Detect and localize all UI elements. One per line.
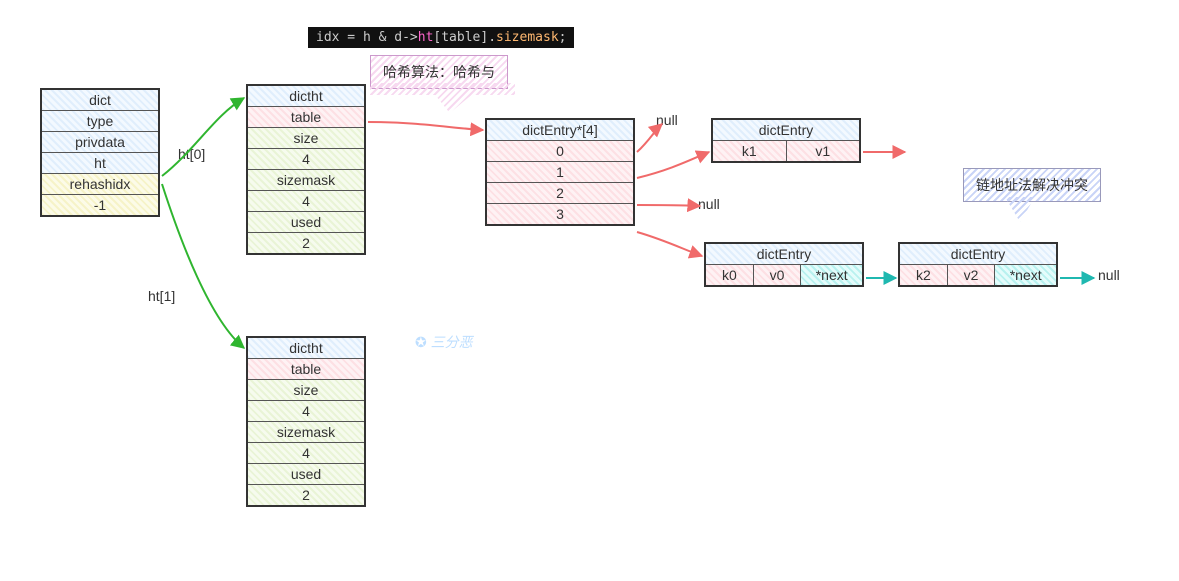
entry0-row: k0 v0 *next [706,265,862,285]
code-text-3: ; [559,30,567,45]
label-null-end: null [1098,267,1120,283]
dictht1-box: dictht table size 4 sizemask 4 used 2 [246,336,366,507]
entry2-title: dictEntry [900,244,1056,265]
code-ht: ht [418,30,434,45]
entry0-k: k0 [706,265,754,285]
dictht1-table: table [248,359,364,380]
dictht1-mask-v: 4 [248,443,364,464]
diagram-canvas: idx = h & d->ht[table].sizemask; 哈希算法：哈希… [0,0,1179,581]
label-null2: null [698,196,720,212]
array-slot-2: 2 [487,183,633,204]
dictht1-size-l: size [248,380,364,401]
array-slot-0: 0 [487,141,633,162]
dictht1-mask-l: sizemask [248,422,364,443]
dict-type: type [42,111,158,132]
label-ht0: ht[0] [178,146,205,162]
dictht1-title: dictht [248,338,364,359]
dictht0-size-v: 4 [248,149,364,170]
callout-hash-text: 哈希算法：哈希与 [383,64,495,80]
entry0-v: v0 [754,265,802,285]
label-ht1: ht[1] [148,288,175,304]
label-null0: null [656,112,678,128]
dict-privdata: privdata [42,132,158,153]
code-banner: idx = h & d->ht[table].sizemask; [308,27,574,48]
entry1-row: k1 v1 [713,141,859,161]
code-text-2: [table]. [433,30,496,45]
entry0-next: *next [801,265,862,285]
callout-chain-text: 链地址法解决冲突 [976,177,1088,193]
entry0-box: dictEntry k0 v0 *next [704,242,864,287]
entry2-row: k2 v2 *next [900,265,1056,285]
code-text-1: idx = h & d-> [316,30,418,45]
entry1-title: dictEntry [713,120,859,141]
dict-rehashidx-val: -1 [42,195,158,215]
dictht0-title: dictht [248,86,364,107]
callout-chain-tail [1005,197,1035,222]
callout-chain: 链地址法解决冲突 [963,168,1101,202]
dictht0-mask-l: sizemask [248,170,364,191]
entry2-box: dictEntry k2 v2 *next [898,242,1058,287]
dictht0-size-l: size [248,128,364,149]
dictht0-mask-v: 4 [248,191,364,212]
dictht0-used-l: used [248,212,364,233]
dictht0-box: dictht table size 4 sizemask 4 used 2 [246,84,366,255]
entry2-k: k2 [900,265,948,285]
dict-ht: ht [42,153,158,174]
dictht0-table: table [248,107,364,128]
dict-box: dict type privdata ht rehashidx -1 [40,88,160,217]
array-title: dictEntry*[4] [487,120,633,141]
code-sizemask: sizemask [496,30,559,45]
watermark: ✪ 三分恶 [415,332,473,352]
dict-rehashidx-label: rehashidx [42,174,158,195]
dictht1-used-l: used [248,464,364,485]
dictht1-used-v: 2 [248,485,364,505]
array-box: dictEntry*[4] 0 1 2 3 [485,118,635,226]
dictht0-used-v: 2 [248,233,364,253]
wechat-icon: ✪ [415,334,427,350]
array-slot-3: 3 [487,204,633,224]
watermark-text: 三分恶 [431,334,473,350]
dict-title: dict [42,90,158,111]
entry1-k: k1 [713,141,787,161]
entry2-next: *next [995,265,1056,285]
entry1-box: dictEntry k1 v1 [711,118,861,163]
array-slot-1: 1 [487,162,633,183]
entry0-title: dictEntry [706,244,862,265]
arrows-layer [0,0,1179,581]
callout-hash-hatch [370,83,515,113]
dictht1-size-v: 4 [248,401,364,422]
entry2-v: v2 [948,265,996,285]
entry1-v: v1 [787,141,860,161]
